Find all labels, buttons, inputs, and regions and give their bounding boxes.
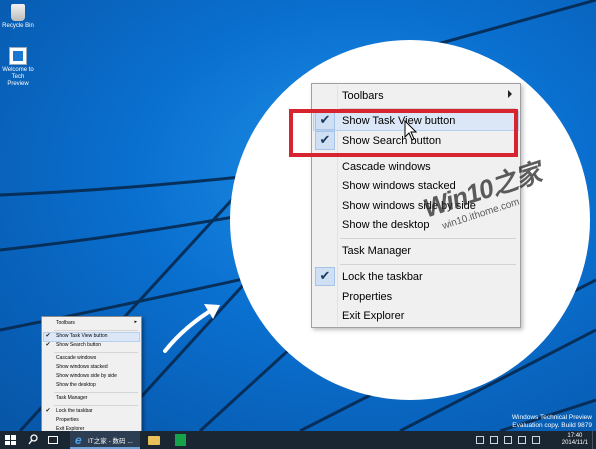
clock-date: 2014/11/1 [561, 440, 588, 446]
clock[interactable]: 17:40 2014/11/1 [562, 433, 588, 447]
evaluation-watermark: Windows Technical Preview Evaluation cop… [502, 414, 592, 430]
menu-item-show-desktop[interactable]: Show the desktop [342, 217, 429, 233]
task-view-icon [48, 436, 58, 444]
welcome-label: Welcome to Tech Preview [2, 67, 34, 87]
small-menu-item-cascade[interactable]: Cascade windows [56, 354, 96, 363]
small-menu-item-toolbars[interactable]: Toolbars [56, 319, 75, 328]
menu-item-lock-taskbar[interactable]: Lock the taskbar [342, 269, 423, 285]
small-menu-check-toolbars [44, 319, 52, 328]
menu-item-properties[interactable]: Properties [342, 289, 392, 305]
small-menu-item-task-manager[interactable]: Task Manager [56, 394, 87, 403]
small-menu-item-stacked[interactable]: Show windows stacked [56, 363, 108, 372]
small-menu-item-show-desktop[interactable]: Show the desktop [56, 381, 96, 390]
taskbar-context-menu-small: Toolbars ▸ ✔ Show Task View button ✔ Sho… [41, 316, 142, 436]
taskbar-item-file-explorer[interactable] [144, 431, 164, 449]
small-menu-item-lock-taskbar[interactable]: Lock the taskbar [56, 407, 93, 416]
search-button[interactable] [24, 431, 42, 449]
task-view-button[interactable] [44, 431, 62, 449]
small-menu-item-side-by-side[interactable]: Show windows side by side [56, 372, 117, 381]
store-icon [175, 434, 186, 446]
small-menu-item-show-search[interactable]: Show Search button [56, 341, 101, 350]
recycle-bin-desktop-icon[interactable]: Recycle Bin [1, 4, 35, 30]
welcome-desktop-icon[interactable]: Welcome to Tech Preview [1, 47, 35, 88]
menu-item-cascade[interactable]: Cascade windows [342, 159, 431, 175]
action-center-icon[interactable] [532, 436, 540, 444]
menu-item-exit-explorer[interactable]: Exit Explorer [342, 308, 404, 324]
menu-separator [54, 352, 138, 353]
small-menu-item-show-task-view[interactable]: Show Task View button [56, 332, 108, 341]
menu-separator [54, 330, 138, 331]
taskbar-item-internet-explorer[interactable]: e IT之家 - 数码 ... [70, 431, 140, 449]
taskbar-item-store[interactable] [170, 431, 190, 449]
menu-separator [340, 264, 516, 265]
recycle-bin-label: Recycle Bin [2, 23, 34, 29]
checkmark-icon: ✔ [45, 342, 51, 348]
submenu-arrow-icon: ▸ [134, 319, 137, 325]
checkmark-icon: ✔ [319, 268, 331, 283]
checkmark-icon: ✔ [45, 408, 51, 414]
submenu-arrow-icon [508, 90, 512, 98]
start-button[interactable] [0, 431, 22, 449]
volume-icon[interactable] [518, 436, 526, 444]
menu-separator [340, 238, 516, 239]
curved-arrow-icon [163, 304, 220, 353]
system-tray: 17:40 2014/11/1 [466, 431, 596, 449]
welcome-icon [9, 47, 27, 65]
menu-item-task-manager[interactable]: Task Manager [342, 243, 411, 259]
menu-item-toolbars[interactable]: Toolbars [342, 88, 384, 104]
small-menu-item-properties[interactable]: Properties [56, 416, 79, 425]
menu-separator [54, 405, 138, 406]
keyboard-icon[interactable] [476, 436, 484, 444]
taskbar[interactable]: e IT之家 - 数码 ... 17:40 2014/11/1 [0, 431, 596, 449]
network-icon[interactable] [504, 436, 512, 444]
recycle-bin-icon [11, 4, 25, 21]
evaluation-line-2: Evaluation copy. Build 9879 [512, 422, 592, 429]
checkmark-icon: ✔ [45, 333, 51, 339]
internet-explorer-icon: e [75, 433, 82, 447]
show-desktop-button[interactable] [592, 431, 596, 449]
notification-icon[interactable] [490, 436, 498, 444]
mouse-cursor-icon [404, 120, 418, 141]
search-icon [28, 434, 38, 445]
taskbar-item-label: IT之家 - 数码 ... [88, 438, 133, 445]
clock-time: 17:40 [567, 433, 583, 439]
file-explorer-icon [148, 436, 160, 445]
menu-separator [54, 392, 138, 393]
windows-logo-icon [5, 435, 16, 445]
evaluation-line-1: Windows Technical Preview [511, 414, 592, 421]
